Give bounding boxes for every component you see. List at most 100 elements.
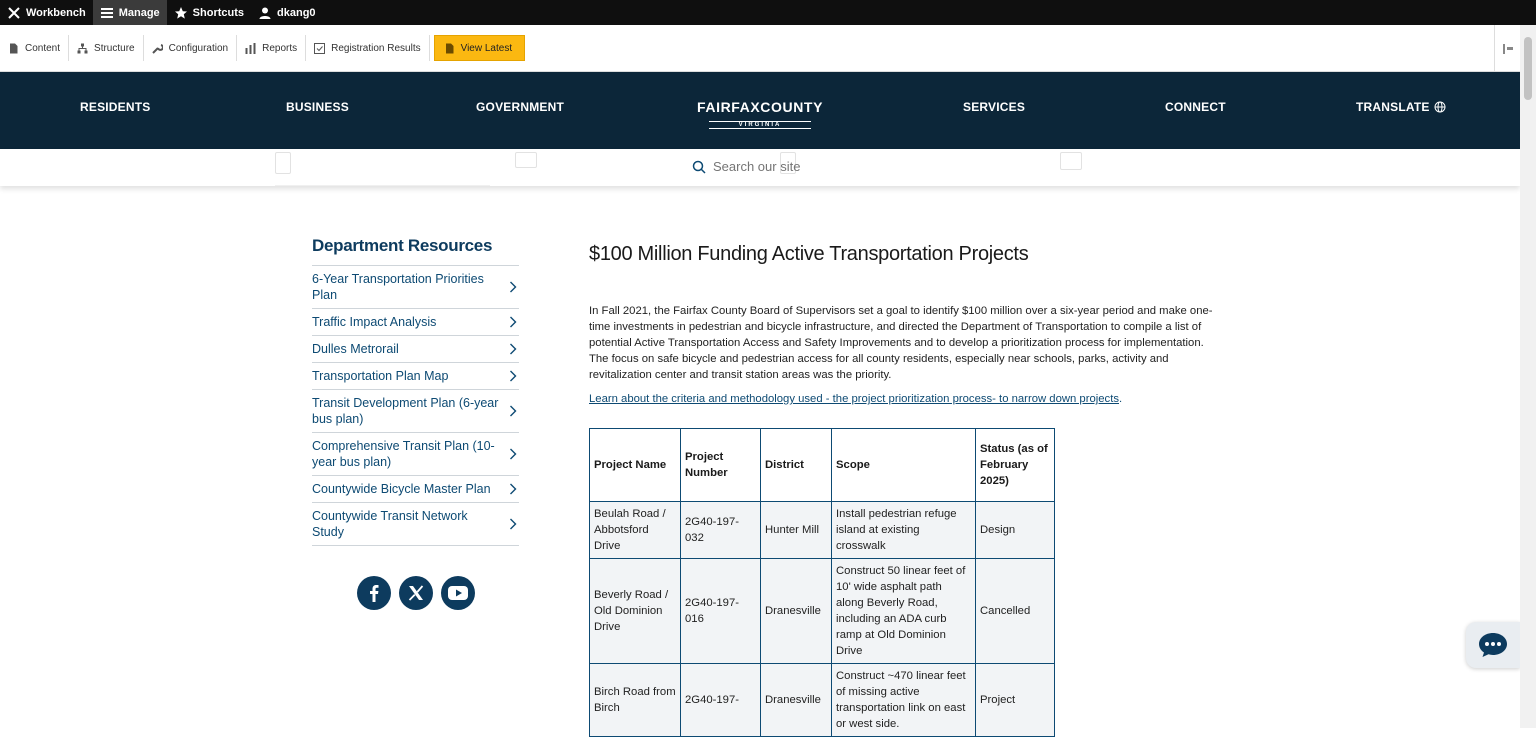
- resource-item[interactable]: Traffic Impact Analysis: [312, 309, 519, 336]
- checkbox-icon: [314, 42, 326, 54]
- chevron-right-icon: [510, 370, 517, 382]
- cell-status: Design: [975, 501, 1055, 559]
- ghost-contact-card-email: [515, 149, 675, 186]
- cell-scope: Construct ~470 linear feet of missing ac…: [831, 663, 976, 737]
- view-latest-button[interactable]: View Latest: [433, 35, 526, 61]
- intro-paragraph: In Fall 2021, the Fairfax County Board o…: [589, 305, 1213, 381]
- email-icon: [515, 152, 537, 168]
- resource-item[interactable]: Transit Development Plan (6-year bus pla…: [312, 390, 519, 433]
- cell-scope: Construct 50 linear feet of 10' wide asp…: [831, 558, 976, 664]
- star-icon: [174, 6, 187, 19]
- methodology-link[interactable]: Learn about the criteria and methodology…: [589, 393, 1119, 405]
- toolbar-configuration-label: Configuration: [168, 42, 229, 54]
- toolbar-structure[interactable]: Structure: [69, 35, 144, 61]
- chevron-right-icon: [510, 518, 517, 530]
- resource-label: Traffic Impact Analysis: [312, 315, 437, 329]
- page-scrollbar[interactable]: [1520, 25, 1536, 728]
- drupal-icon: [8, 6, 20, 19]
- user-icon: [259, 7, 271, 19]
- admin-user[interactable]: dkang0: [251, 0, 323, 25]
- resource-label: Countywide Bicycle Master Plan: [312, 482, 491, 496]
- chevron-right-icon: [510, 405, 517, 417]
- nav-connect[interactable]: CONNECT: [1165, 100, 1226, 114]
- search-icon[interactable]: [692, 160, 706, 174]
- cell-project-number: 2G40-197-032: [680, 501, 761, 559]
- toolbar-registration-results[interactable]: Registration Results: [306, 35, 430, 61]
- resource-item[interactable]: Dulles Metrorail: [312, 336, 519, 363]
- methodology-suffix: .: [1118, 393, 1123, 405]
- toolbar-content-label: Content: [25, 42, 61, 54]
- resource-label: Transit Development Plan (6-year bus pla…: [312, 396, 499, 426]
- nav-business[interactable]: BUSINESS: [286, 100, 349, 114]
- site-header: RESIDENTS BUSINESS GOVERNMENT FAIRFAXCOU…: [0, 72, 1520, 149]
- search-input[interactable]: [713, 159, 833, 174]
- toolbar-configuration[interactable]: Configuration: [144, 35, 238, 61]
- manage-toolbar: Content Structure Configuration Reports …: [0, 25, 1520, 72]
- col-status: Status (as of February 2025): [975, 428, 1055, 502]
- chevron-right-icon: [510, 281, 517, 293]
- admin-shortcuts-label: Shortcuts: [192, 6, 245, 19]
- cell-status: Project: [975, 663, 1055, 737]
- menu-icon: [100, 7, 113, 18]
- cell-project-name: Beverly Road / Old Dominion Drive: [589, 558, 681, 664]
- chat-bubble-icon: [1479, 633, 1507, 657]
- fairfax-county-logo[interactable]: FAIRFAXCOUNTY VIRGINIA: [690, 99, 830, 129]
- site-search: [692, 159, 833, 174]
- resource-label: Countywide Transit Network Study: [312, 509, 468, 539]
- file-icon: [445, 43, 454, 53]
- resource-list: 6-Year Transportation Priorities Plan Tr…: [312, 265, 519, 546]
- cell-district: Dranesville: [760, 663, 832, 737]
- nav-residents[interactable]: RESIDENTS: [80, 100, 150, 114]
- admin-workbench[interactable]: Workbench: [0, 0, 93, 25]
- resource-item[interactable]: Transportation Plan Map: [312, 363, 519, 390]
- page-title: $100 Million Funding Active Transportati…: [589, 243, 1029, 265]
- scrollbar-thumb[interactable]: [1524, 37, 1532, 100]
- toolbar-registration-label: Registration Results: [331, 42, 421, 54]
- col-scope: Scope: [831, 428, 976, 502]
- chat-button[interactable]: [1466, 622, 1520, 668]
- ghost-contact-card-phone: [275, 149, 490, 186]
- structure-icon: [77, 43, 88, 53]
- resource-item[interactable]: Countywide Bicycle Master Plan: [312, 476, 519, 503]
- resource-item[interactable]: 6-Year Transportation Priorities Plan: [312, 266, 519, 309]
- resource-label: Comprehensive Transit Plan (10-year bus …: [312, 439, 495, 469]
- chevron-right-icon: [510, 448, 517, 460]
- cell-scope: Install pedestrian refuge island at exis…: [831, 501, 976, 559]
- cell-district: Hunter Mill: [760, 501, 832, 559]
- cell-project-number: 2G40-197-016: [680, 558, 761, 664]
- phone-icon: [275, 152, 291, 174]
- toolbar-structure-label: Structure: [94, 42, 135, 54]
- nav-translate-label: TRANSLATE: [1356, 100, 1430, 114]
- search-strip: [0, 149, 1520, 186]
- table-row: Beverly Road / Old Dominion Drive 2G40-1…: [589, 558, 1055, 664]
- col-district: District: [760, 428, 832, 502]
- resource-label: Transportation Plan Map: [312, 369, 449, 383]
- resource-item[interactable]: Countywide Transit Network Study: [312, 503, 519, 546]
- x-icon[interactable]: [398, 576, 433, 610]
- nav-services[interactable]: SERVICES: [963, 100, 1025, 114]
- cell-status: Cancelled: [975, 558, 1055, 664]
- chevron-right-icon: [510, 316, 517, 328]
- methodology-paragraph: Learn about the criteria and methodology…: [589, 393, 1214, 405]
- logo-sub-text: VIRGINIA: [708, 121, 812, 129]
- toolbar-content[interactable]: Content: [0, 35, 70, 61]
- youtube-icon[interactable]: [440, 576, 475, 610]
- resource-label: 6-Year Transportation Priorities Plan: [312, 272, 484, 302]
- nav-translate[interactable]: TRANSLATE: [1356, 100, 1446, 114]
- table-row: Birch Road from Birch 2G40-197- Dranesvi…: [589, 663, 1055, 737]
- toolbar-orientation-toggle[interactable]: [1494, 25, 1520, 72]
- view-latest-label: View Latest: [460, 42, 513, 54]
- admin-shortcuts[interactable]: Shortcuts: [167, 0, 251, 25]
- admin-manage[interactable]: Manage: [92, 0, 167, 25]
- resource-item[interactable]: Comprehensive Transit Plan (10-year bus …: [312, 433, 519, 476]
- admin-manage-label: Manage: [118, 6, 160, 19]
- admin-workbench-label: Workbench: [26, 6, 86, 19]
- globe-icon: [1434, 101, 1446, 113]
- toolbar-reports[interactable]: Reports: [237, 35, 307, 61]
- resource-label: Dulles Metrorail: [312, 342, 399, 356]
- wrench-icon: [151, 43, 163, 54]
- facebook-icon[interactable]: [356, 576, 391, 610]
- department-resources-sidebar: Department Resources 6-Year Transportati…: [312, 236, 519, 610]
- bar-chart-icon: [245, 42, 256, 54]
- nav-government[interactable]: GOVERNMENT: [476, 100, 564, 114]
